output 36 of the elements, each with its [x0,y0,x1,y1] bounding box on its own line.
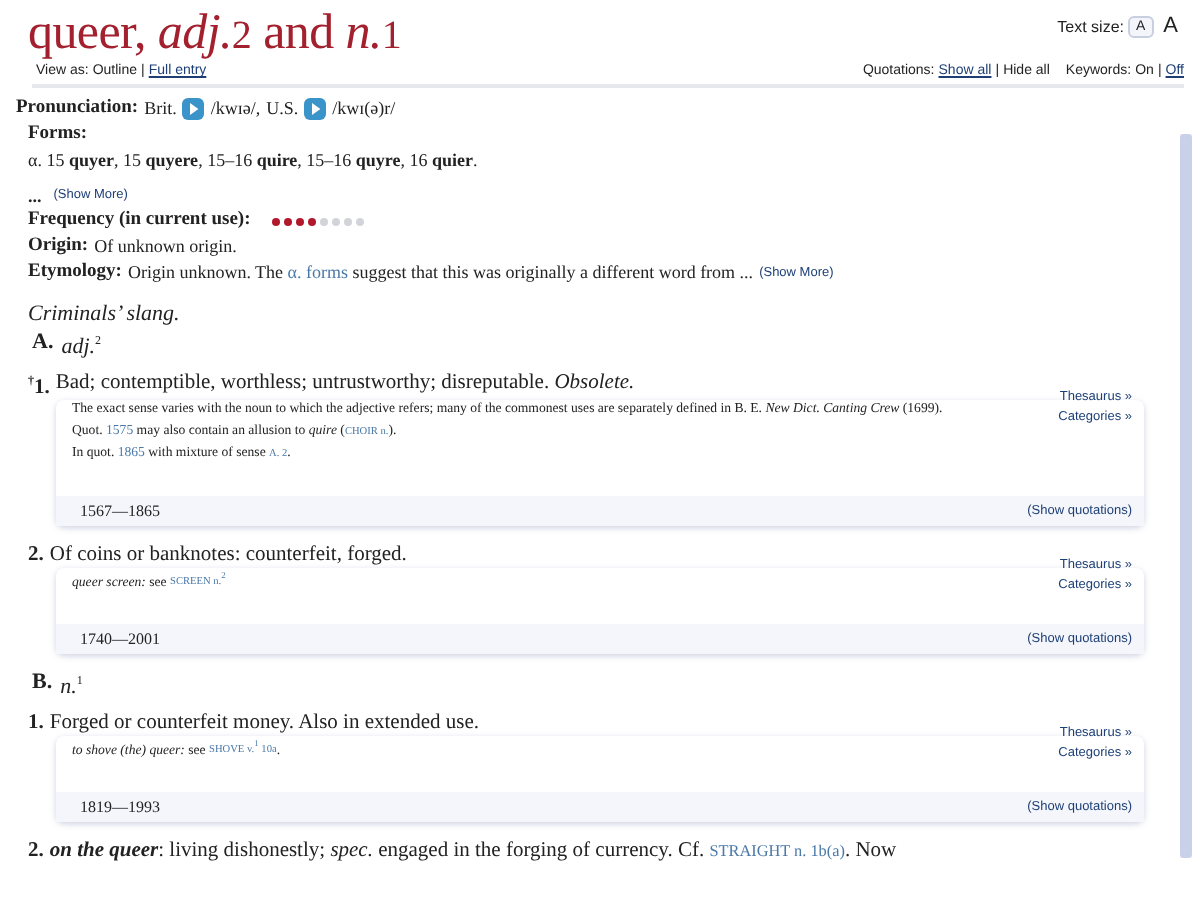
text-size-label: Text size: [1057,17,1124,35]
ipa-text: /kwɪə/, [210,96,261,122]
sense-number: $^{†}$1. [28,373,50,401]
link[interactable]: α. forms [287,262,349,282]
date-range: 1819—1993 [80,797,160,816]
date-range: 1740—2001 [80,629,160,648]
definition-text: on the queer: living dishonestly; spec. engaged in the forging of currency. Cf. STRAIGHT n. 1b(a). Now [49,837,897,864]
etymology-text: Origin unknown. The α. forms suggest that this was originally a different word from ... [127,260,754,286]
sense-number: 1. [28,709,44,736]
date-range: 1567—1865 [80,501,160,520]
frequency-label: Frequency (in current use): [28,208,251,234]
cross-reference-link[interactable]: STRAIGHT n. 1b(a) [709,841,845,860]
etymology-label: Etymology: [28,260,122,286]
part-letter: B. [32,669,53,698]
region-label: Brit. [144,96,177,122]
forms-label: Forms: [28,122,88,148]
usage-label: Criminals’ slang. [28,300,182,328]
part-of-speech: n.$^{1}$ [60,673,83,702]
origin-label: Origin: [28,234,89,260]
part-letter: A. [32,330,54,358]
ellipsis: ... [28,184,42,208]
pronunciation-label: Pronunciation: [16,96,139,122]
sense-number: 2. [28,837,44,864]
part-of-speech: adj.$^{2}$ [61,333,102,362]
scrollbar[interactable] [1180,134,1192,858]
sense-number: 2. [28,541,44,568]
definition-text: Forged or counterfeit money. Also in extended use. [49,709,479,736]
region-label: U.S. [266,96,299,122]
origin-text: Of unknown origin. [94,234,237,260]
play-icon[interactable] [182,98,205,120]
definition-text: Bad; contemptible, worthless; untrustworthy; disreputable. Obsolete. [55,369,635,398]
text-size-button[interactable]: A [1157,12,1184,40]
forms-text: α. 15 quyer, 15 quyere, 15–16 quire, 15–16 quyre, 16 quier. [28,148,480,172]
ipa-text: /kwɪ(ə)r/ [332,96,396,122]
play-icon[interactable] [304,98,327,120]
definition-text: Of coins or banknotes: counterfeit, forged. [49,541,407,568]
